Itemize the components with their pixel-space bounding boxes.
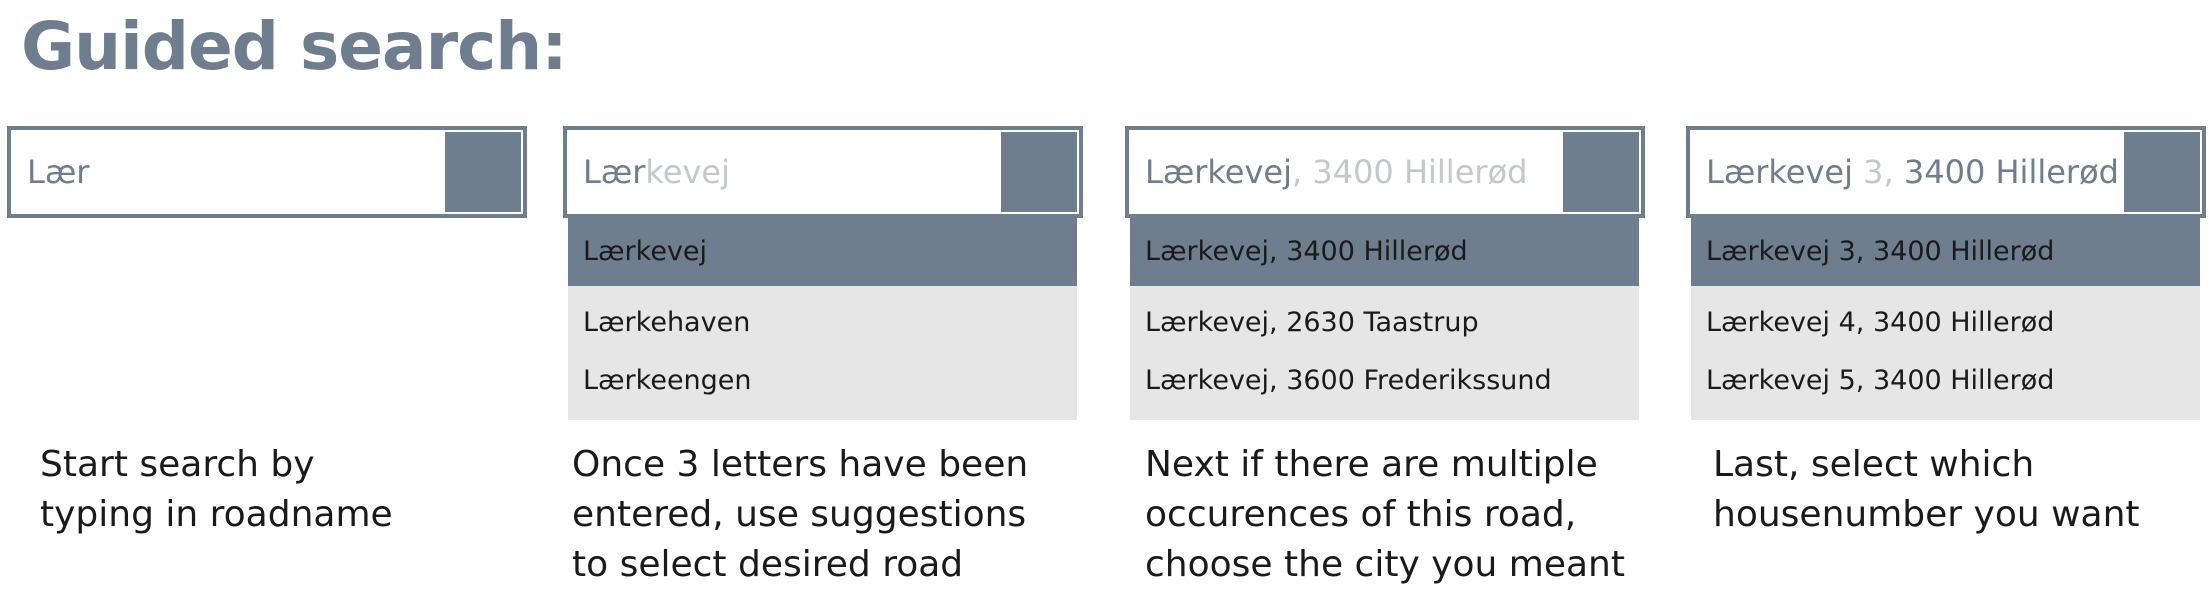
caption-line: to select desired road [572,544,964,585]
caption-step-1: Start search by typing in roadname [40,440,393,540]
search-input[interactable]: Lærkevej, 3400 Hillerød [1145,130,1527,214]
ghost-text: 3, [1853,153,1894,191]
ghost-text: kevej [645,153,730,191]
suggestion-item[interactable]: Lærkehaven [568,294,1077,352]
typed-text: Lær [27,153,90,191]
suggestion-list: Lærkevej, 3400 Hillerød Lærkevej, 2630 T… [1130,218,1639,420]
caption-line: entered, use suggestions [572,494,1027,535]
suggestion-item[interactable]: Lærkeengen [568,352,1077,410]
step-1: Lær [7,126,527,218]
search-box[interactable]: Lærkevej 3, 3400 Hillerød [1686,126,2206,218]
step-3: Lærkevej, 3400 Hillerød Lærkevej, 3400 H… [1125,126,1645,420]
caption-step-3: Next if there are multiple occurences of… [1145,440,1625,590]
step-2: Lærkevej Lærkevej Lærkehaven Lærkeengen [563,126,1083,420]
search-button[interactable] [445,132,521,212]
caption-line: occurences of this road, [1145,494,1577,535]
page-title: Guided search: [21,8,568,85]
suggestion-list: Lærkevej Lærkehaven Lærkeengen [568,218,1077,420]
step-4: Lærkevej 3, 3400 Hillerød Lærkevej 3, 34… [1686,126,2206,420]
search-box[interactable]: Lær [7,126,527,218]
search-button[interactable] [1001,132,1077,212]
caption-line: Once 3 letters have been [572,444,1029,485]
search-box[interactable]: Lærkevej, 3400 Hillerød [1125,126,1645,218]
typed-text: Lær [583,153,646,191]
suggestion-item-selected[interactable]: Lærkevej [568,218,1077,286]
search-button[interactable] [2124,132,2200,212]
ghost-text: , 3400 Hillerød [1292,153,1528,191]
caption-line: Start search by [40,444,315,485]
suggestion-item[interactable]: Lærkevej 5, 3400 Hillerød [1691,352,2200,410]
caption-step-4: Last, select which housenumber you want [1713,440,2140,540]
typed-text: Lærkevej [1145,153,1292,191]
search-input[interactable]: Lærkevej 3, 3400 Hillerød [1706,130,2119,214]
suggestion-item-selected[interactable]: Lærkevej 3, 3400 Hillerød [1691,218,2200,286]
suggestion-item[interactable]: Lærkevej, 3600 Frederikssund [1130,352,1639,410]
suggestion-list: Lærkevej 3, 3400 Hillerød Lærkevej 4, 34… [1691,218,2200,420]
search-box[interactable]: Lærkevej [563,126,1083,218]
suggestion-item-selected[interactable]: Lærkevej, 3400 Hillerød [1130,218,1639,286]
caption-line: choose the city you meant [1145,544,1625,585]
caption-step-2: Once 3 letters have been entered, use su… [572,440,1028,590]
caption-line: housenumber you want [1713,494,2140,535]
search-input[interactable]: Lærkevej [583,130,730,214]
caption-line: Next if there are multiple [1145,444,1598,485]
caption-line: Last, select which [1713,444,2035,485]
search-input[interactable]: Lær [27,130,89,214]
suggestion-item[interactable]: Lærkevej, 2630 Taastrup [1130,294,1639,352]
typed-text: Lærkevej [1706,153,1853,191]
suggestion-item[interactable]: Lærkevej 4, 3400 Hillerød [1691,294,2200,352]
caption-line: typing in roadname [40,494,393,535]
search-button[interactable] [1563,132,1639,212]
tail-text: 3400 Hillerød [1893,153,2119,191]
